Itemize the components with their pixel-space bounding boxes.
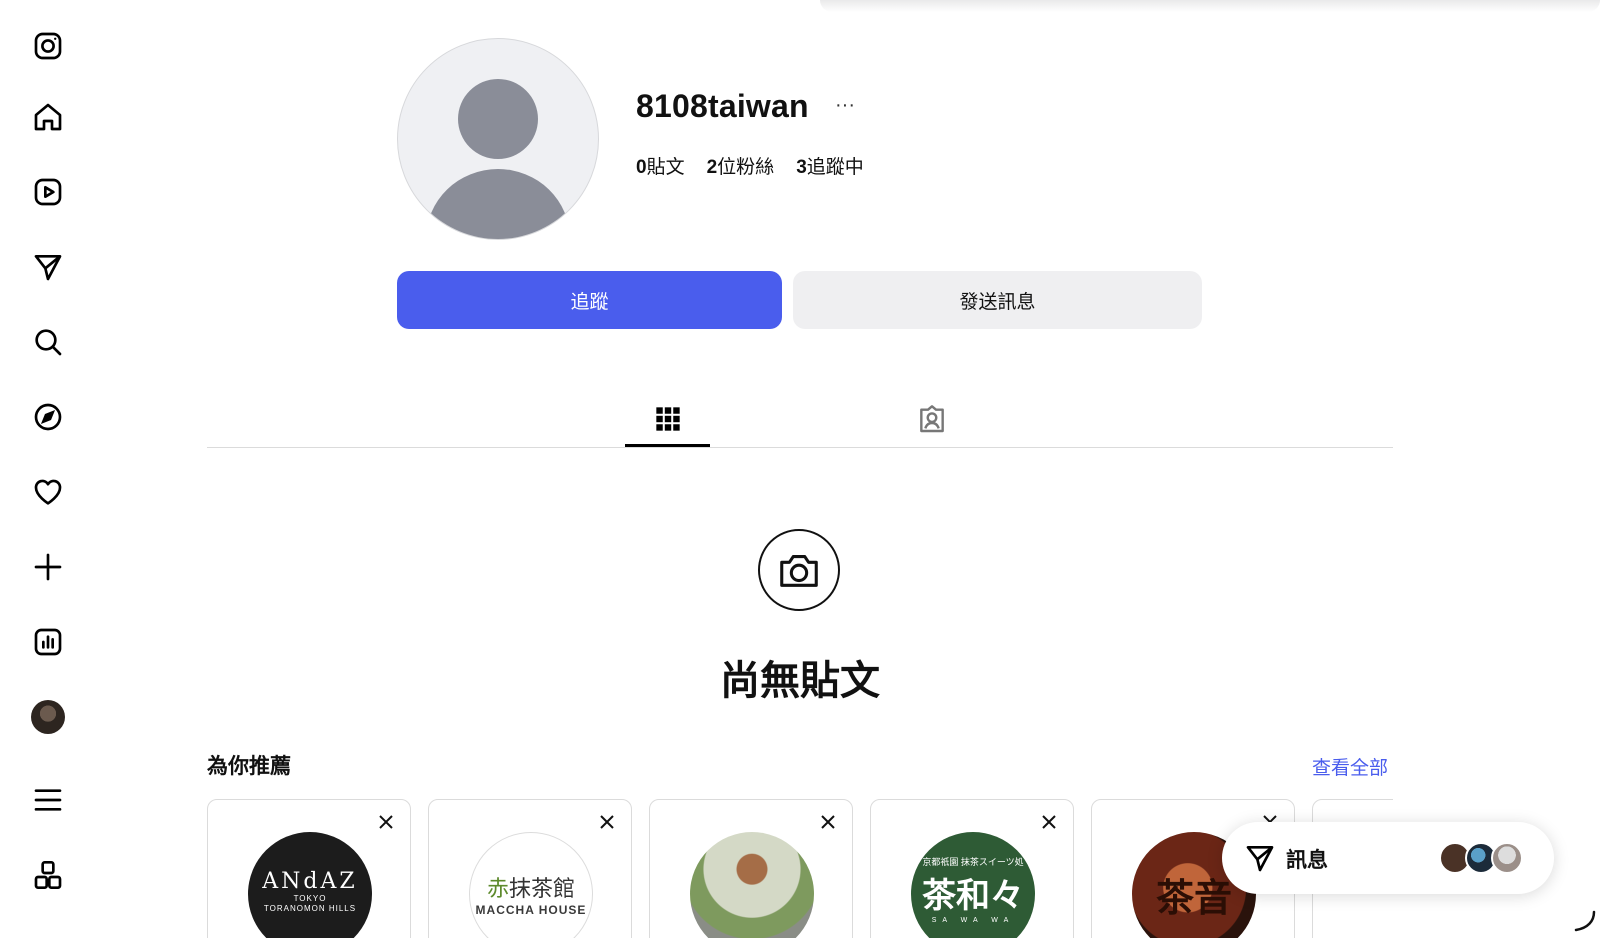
account-avatar[interactable]: ANdAZ TOKYO TORANOMON HILLS: [248, 832, 372, 938]
account-avatar[interactable]: 赤抹茶館 MACCHA HOUSE: [469, 832, 593, 938]
menu-icon[interactable]: [30, 782, 66, 818]
recommendation-card[interactable]: [649, 799, 853, 938]
camera-icon: [758, 529, 840, 611]
messages-label: 訊息: [1286, 848, 1328, 872]
explore-icon[interactable]: [30, 399, 66, 435]
left-sidebar: [0, 0, 96, 938]
send-message-button[interactable]: 發送訊息: [793, 271, 1202, 329]
close-icon[interactable]: [597, 812, 617, 832]
tagged-person-icon: [920, 405, 944, 433]
top-overlay-shadow: [820, 0, 1600, 12]
more-apps-icon[interactable]: [30, 857, 66, 893]
recommendation-card[interactable]: ANdAZ TOKYO TORANOMON HILLS: [207, 799, 411, 938]
grid-icon: [655, 407, 680, 431]
tab-tagged[interactable]: [900, 392, 964, 446]
instagram-logo-icon[interactable]: [30, 28, 66, 64]
recommendation-cards: ANdAZ TOKYO TORANOMON HILLS 赤抹茶館 MACCHA …: [207, 799, 1393, 938]
followers-count[interactable]: 2位粉絲: [707, 152, 775, 179]
tabs-divider: [207, 447, 1393, 448]
reels-icon[interactable]: [30, 174, 66, 210]
follow-button[interactable]: 追蹤: [397, 271, 782, 329]
close-icon[interactable]: [818, 812, 838, 832]
no-posts-title: 尚無貼文: [720, 658, 880, 704]
more-options-icon[interactable]: ···: [835, 94, 855, 117]
messages-pill[interactable]: 訊息: [1222, 822, 1554, 894]
recommendation-card[interactable]: 京都祇園 抹茶スイーツ処 茶和々 SA WA WA: [870, 799, 1074, 938]
profile-stats: 0貼文 2位粉絲 3追蹤中: [636, 152, 864, 179]
home-icon[interactable]: [30, 99, 66, 135]
create-plus-icon[interactable]: [30, 549, 66, 585]
account-avatar[interactable]: 京都祇園 抹茶スイーツ処 茶和々 SA WA WA: [911, 832, 1035, 938]
close-icon[interactable]: [376, 812, 396, 832]
conversation-avatar: [1491, 842, 1523, 874]
tab-posts-grid[interactable]: [625, 392, 710, 446]
profile-picture-placeholder: [397, 38, 599, 240]
recommendation-card[interactable]: 赤抹茶館 MACCHA HOUSE: [428, 799, 632, 938]
recommendations-title: 為你推薦: [207, 754, 291, 778]
search-icon[interactable]: [30, 324, 66, 360]
notifications-heart-icon[interactable]: [30, 474, 66, 510]
loading-spinner-icon: [1574, 910, 1596, 932]
profile-username: 8108taiwan: [636, 88, 809, 124]
see-all-link[interactable]: 查看全部: [1312, 753, 1388, 780]
posts-count[interactable]: 0貼文: [636, 152, 685, 179]
close-icon[interactable]: [1039, 812, 1059, 832]
following-count[interactable]: 3追蹤中: [796, 152, 864, 179]
messages-icon[interactable]: [30, 249, 66, 285]
account-avatar-dessert-photo[interactable]: [690, 832, 814, 938]
messages-icon: [1246, 846, 1274, 872]
